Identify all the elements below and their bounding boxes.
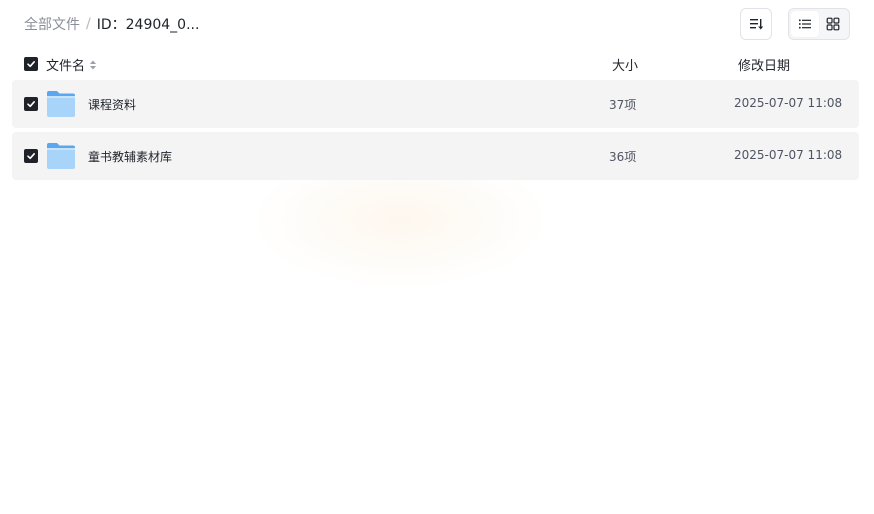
list-view-button[interactable] bbox=[791, 11, 819, 37]
folder-icon bbox=[47, 143, 75, 169]
table-header: 文件名 大小 修改日期 bbox=[12, 52, 859, 76]
view-toggle bbox=[788, 8, 850, 40]
table-row[interactable]: 课程资料 37项 2025-07-07 11:08 bbox=[12, 80, 859, 128]
item-count: 37项 bbox=[609, 98, 637, 112]
row-checkbox[interactable] bbox=[24, 97, 38, 111]
breadcrumb-current: ID：24904_0... bbox=[96, 17, 200, 33]
name-column-header[interactable]: 文件名 bbox=[46, 55, 98, 74]
item-count: 36项 bbox=[609, 150, 637, 164]
row-checkbox[interactable] bbox=[24, 149, 38, 163]
breadcrumb-separator: / bbox=[86, 16, 91, 32]
folder-icon bbox=[47, 91, 75, 117]
breadcrumb-root-link[interactable]: 全部文件 bbox=[24, 14, 80, 34]
date-column-header[interactable]: 修改日期 bbox=[738, 55, 790, 74]
size-column-header[interactable]: 大小 bbox=[612, 55, 638, 74]
breadcrumb: 全部文件 / ID：24904_0... bbox=[24, 14, 199, 34]
sort-icon bbox=[750, 19, 764, 30]
file-name-link[interactable]: 童书教辅素材库 bbox=[88, 148, 172, 165]
select-all-checkbox[interactable] bbox=[24, 57, 38, 71]
modified-date: 2025-07-07 11:08 bbox=[734, 96, 843, 110]
name-column-label: 文件名 bbox=[46, 59, 86, 74]
file-name-link[interactable]: 课程资料 bbox=[88, 96, 136, 113]
checkmark-icon bbox=[27, 153, 35, 160]
sort-toggle-icon bbox=[90, 60, 97, 69]
modified-date: 2025-07-07 11:08 bbox=[734, 148, 843, 162]
list-view-icon bbox=[799, 19, 811, 29]
table-row[interactable]: 童书教辅素材库 36项 2025-07-07 11:08 bbox=[12, 132, 859, 180]
grid-view-button[interactable] bbox=[819, 11, 847, 37]
checkmark-icon bbox=[27, 61, 35, 68]
grid-view-icon bbox=[826, 17, 840, 31]
checkmark-icon bbox=[27, 101, 35, 108]
sort-button[interactable] bbox=[740, 8, 772, 40]
